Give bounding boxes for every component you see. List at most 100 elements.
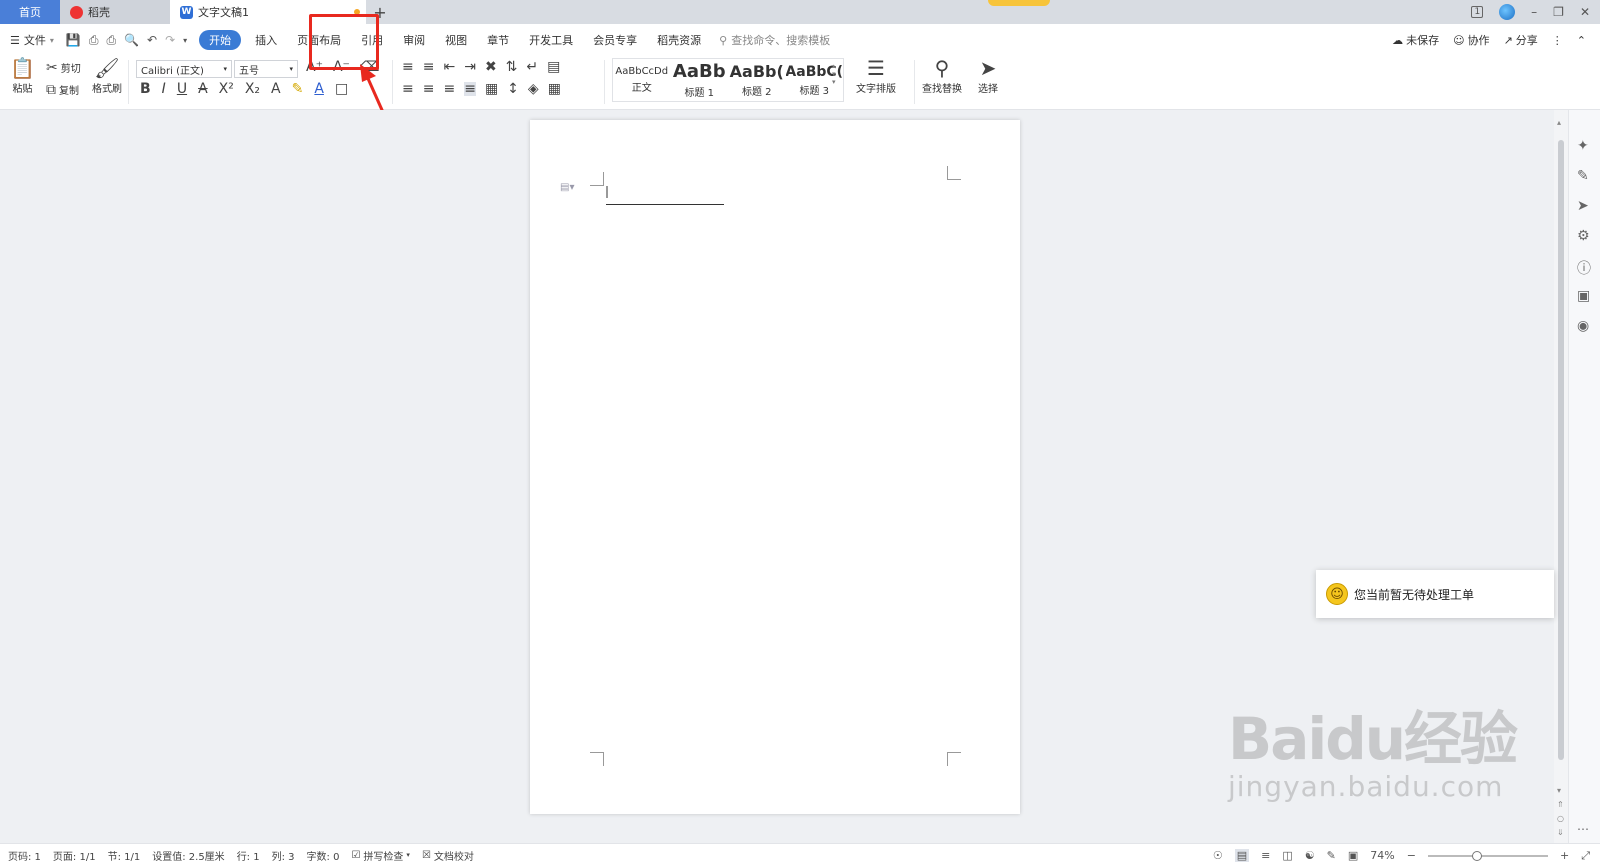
eye-icon[interactable]: ☉ bbox=[1213, 849, 1223, 862]
increase-indent-icon[interactable]: ⇥ bbox=[464, 60, 476, 74]
tab-document[interactable]: W 文字文稿1 bbox=[170, 0, 366, 24]
status-section[interactable]: 节: 1/1 bbox=[108, 848, 141, 863]
print-icon[interactable]: ⎙ bbox=[106, 33, 116, 48]
bold-icon[interactable]: B bbox=[140, 82, 151, 96]
redo-icon[interactable]: ↷ bbox=[165, 33, 175, 47]
save-icon[interactable]: 💾 bbox=[66, 33, 81, 47]
close-icon[interactable]: ✕ bbox=[1580, 5, 1590, 19]
help-icon[interactable]: ⓘ bbox=[1577, 258, 1591, 278]
zoom-level[interactable]: 74% bbox=[1370, 849, 1394, 862]
strikethrough-icon[interactable]: A bbox=[198, 82, 208, 96]
align-center-icon[interactable]: ≡ bbox=[423, 82, 435, 96]
collapse-ribbon-icon[interactable]: ⌃ bbox=[1577, 34, 1586, 47]
sort-icon[interactable]: ⇅ bbox=[506, 60, 518, 74]
image-icon[interactable]: ▣ bbox=[1577, 288, 1590, 304]
minimize-icon[interactable]: – bbox=[1531, 5, 1537, 19]
add-tab-button[interactable]: + bbox=[366, 0, 394, 24]
text-layout-button[interactable]: ☰ 文字排版 bbox=[856, 58, 896, 95]
text-effect-icon[interactable]: A bbox=[271, 82, 281, 96]
write-view-icon[interactable]: ✎ bbox=[1327, 849, 1336, 862]
status-word-count[interactable]: 字数: 0 bbox=[307, 848, 340, 863]
underline-icon[interactable]: U bbox=[177, 82, 187, 96]
file-menu[interactable]: ☰ 文件 ▾ bbox=[10, 32, 54, 48]
status-page-number[interactable]: 页码: 1 bbox=[8, 848, 41, 863]
spell-check-button[interactable]: ☑ 拼写检查 ▾ bbox=[351, 848, 409, 863]
collab-button[interactable]: ☺ 协作 bbox=[1453, 32, 1489, 48]
status-setting[interactable]: 设置值: 2.5厘米 bbox=[152, 848, 224, 863]
pen-icon[interactable]: ✎ bbox=[1577, 168, 1589, 184]
outline-view-icon[interactable]: ≡ bbox=[1261, 849, 1270, 862]
copy-button[interactable]: ⧉ 复制 bbox=[46, 82, 79, 98]
chevron-up-icon[interactable]: ▴ bbox=[832, 62, 836, 70]
tab-start[interactable]: 开始 bbox=[199, 30, 242, 50]
zoom-slider-knob[interactable] bbox=[1472, 850, 1483, 861]
style-heading-2[interactable]: AaBb( 标题 2 bbox=[728, 59, 786, 101]
zoom-out-icon[interactable]: − bbox=[1407, 849, 1416, 862]
borders-icon[interactable]: ▦ bbox=[548, 82, 561, 96]
align-justify-icon[interactable]: ≡ bbox=[464, 82, 476, 96]
more-icon[interactable]: ⋮ bbox=[1552, 34, 1563, 47]
status-pages[interactable]: 页面: 1/1 bbox=[53, 848, 96, 863]
zoom-in-icon[interactable]: + bbox=[1560, 849, 1569, 862]
tab-member[interactable]: 会员专享 bbox=[583, 32, 647, 48]
align-right-icon[interactable]: ≡ bbox=[443, 82, 455, 96]
fullscreen-icon[interactable]: ⤢ bbox=[1581, 849, 1590, 863]
paste-button[interactable]: 📋 粘贴 bbox=[10, 58, 35, 95]
shrink-font-icon[interactable]: A⁻ bbox=[333, 60, 350, 74]
tab-review[interactable]: 审阅 bbox=[393, 32, 435, 48]
find-replace-button[interactable]: ⚲ 查找替换 bbox=[922, 58, 962, 95]
undo-icon[interactable]: ↶ bbox=[147, 33, 157, 47]
styles-scroll[interactable]: ▴ ▾ ▾ bbox=[832, 62, 836, 86]
tab-references[interactable]: 引用 bbox=[351, 32, 393, 48]
zoom-slider[interactable] bbox=[1427, 850, 1548, 861]
grow-font-icon[interactable]: A⁺ bbox=[306, 60, 323, 74]
promo-banner[interactable] bbox=[988, 0, 1050, 6]
numbered-list-icon[interactable]: ≡ bbox=[423, 60, 435, 74]
font-color-icon[interactable]: A bbox=[314, 82, 324, 96]
document-workspace[interactable]: ▤▾ bbox=[0, 110, 1554, 843]
tab-chapter[interactable]: 章节 bbox=[477, 32, 519, 48]
select-browse-icon[interactable]: ○ bbox=[1557, 814, 1564, 823]
font-name-select[interactable]: Calibri (正文) ▾ bbox=[136, 60, 232, 78]
command-search[interactable]: ⚲ 查找命令、搜索模板 bbox=[719, 32, 830, 48]
doc-proof-button[interactable]: ☒ 文档校对 bbox=[422, 848, 474, 863]
italic-icon[interactable]: I bbox=[162, 82, 166, 96]
read-view-icon[interactable]: ◫ bbox=[1282, 849, 1292, 862]
bullet-list-icon[interactable]: ≡ bbox=[402, 60, 414, 74]
tab-docer-resources[interactable]: 稻壳资源 bbox=[647, 32, 711, 48]
customize-chevron-icon[interactable]: ▾ bbox=[183, 36, 187, 45]
fit-page-icon[interactable]: ▣ bbox=[1348, 849, 1358, 862]
superscript-icon[interactable]: X² bbox=[219, 82, 234, 96]
decrease-indent-icon[interactable]: ⇤ bbox=[443, 60, 455, 74]
ticket-toast[interactable]: ☺ 您当前暂无待处理工单 bbox=[1316, 570, 1554, 618]
highlight-icon[interactable]: ✎ bbox=[292, 82, 304, 96]
vertical-scrollbar[interactable]: ▴ ▾ ⇑ ○ ⇓ bbox=[1554, 110, 1568, 843]
more-icon[interactable]: ⋯ bbox=[1577, 822, 1589, 836]
tab-developer[interactable]: 开发工具 bbox=[519, 32, 583, 48]
chinese-layout-icon[interactable]: ✖ bbox=[485, 60, 497, 74]
paragraph-handle-icon[interactable]: ▤▾ bbox=[560, 182, 574, 193]
scroll-down-icon[interactable]: ▾ bbox=[1557, 786, 1561, 795]
window-count-badge[interactable]: 1 bbox=[1471, 6, 1484, 18]
restore-icon[interactable]: ❐ bbox=[1553, 5, 1564, 19]
next-page-icon[interactable]: ⇓ bbox=[1557, 828, 1564, 837]
shading-icon[interactable]: ◈ bbox=[528, 82, 539, 96]
settings-sliders-icon[interactable]: ⚙ bbox=[1577, 228, 1590, 244]
style-normal[interactable]: AaBbCcDd 正文 bbox=[613, 59, 671, 101]
show-marks-icon[interactable]: ↵ bbox=[526, 60, 538, 74]
align-left-icon[interactable]: ≡ bbox=[402, 82, 414, 96]
style-heading-1[interactable]: AaBb 标题 1 bbox=[671, 59, 729, 101]
ruler-icon[interactable]: ▤ bbox=[547, 60, 560, 74]
location-icon[interactable]: ◉ bbox=[1577, 318, 1589, 334]
status-row[interactable]: 行: 1 bbox=[237, 848, 260, 863]
font-size-select[interactable]: 五号 ▾ bbox=[234, 60, 298, 78]
select-button[interactable]: ➤ 选择 bbox=[978, 58, 998, 95]
scroll-up-icon[interactable]: ▴ bbox=[1557, 118, 1561, 127]
expand-icon[interactable]: ▾ bbox=[832, 78, 836, 86]
tab-insert[interactable]: 插入 bbox=[245, 32, 287, 48]
pointer-icon[interactable]: ➤ bbox=[1577, 198, 1589, 214]
avatar[interactable] bbox=[1499, 4, 1516, 20]
tab-docer[interactable]: 稻壳 bbox=[60, 0, 170, 24]
char-border-icon[interactable]: □ bbox=[335, 82, 348, 96]
distribute-icon[interactable]: ▦ bbox=[485, 82, 498, 96]
